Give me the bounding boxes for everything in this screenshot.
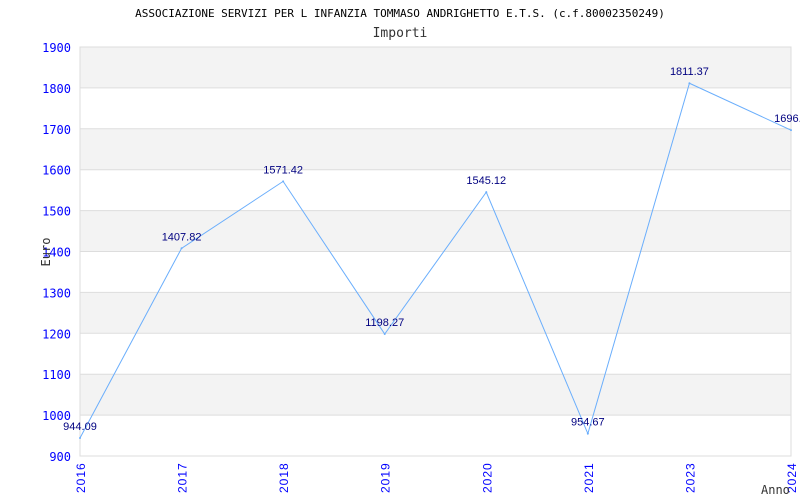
grid-band [80,292,791,334]
x-axis: 2016 2017 2018 2019 2020 2021 2023 2024 [74,462,799,493]
data-point [790,129,792,132]
y-tick-label: 1700 [42,123,71,137]
y-tick-label: 900 [49,450,71,464]
data-label: 954.67 [571,417,605,429]
grid-band [80,251,791,293]
line-chart: ASSOCIAZIONE SERVIZI PER L INFANZIA TOMM… [39,7,800,497]
data-label: 1571.42 [263,164,303,176]
grid-band [80,169,791,211]
data-point [383,333,386,336]
data-label: 1811.37 [670,66,709,78]
data-point [79,436,81,439]
y-tick-label: 1100 [42,368,71,382]
chart-title: ASSOCIAZIONE SERVIZI PER L INFANZIA TOMM… [135,7,665,20]
y-axis-label: Euro [39,238,53,267]
y-tick-label: 1200 [42,327,71,341]
grid-band [80,415,791,456]
data-point [180,247,183,250]
x-tick-label: 2023 [683,462,697,493]
plot-background [79,46,792,457]
y-tick-label: 1500 [42,205,71,219]
data-label: 944.09 [63,421,97,433]
y-tick-label: 1300 [42,286,71,300]
x-tick-label: 2017 [176,462,190,493]
data-point [688,82,691,85]
y-tick-label: 1900 [42,41,71,55]
grid-band [80,374,791,416]
x-tick-label: 2016 [74,462,88,493]
x-tick-label: 2018 [277,462,291,493]
y-tick-label: 1800 [42,82,71,96]
data-label: 1198.27 [365,317,404,329]
x-tick-label: 2020 [480,462,494,493]
grid-band [80,333,791,375]
x-tick-label: 2021 [582,462,596,493]
data-point [282,180,285,183]
x-tick-label: 2019 [379,462,393,493]
grid-band [80,87,791,129]
data-label: 1407.82 [162,231,202,243]
data-point [485,191,488,194]
chart-subtitle: Importi [373,26,428,41]
grid-band [80,128,791,170]
data-label: 1545.12 [466,175,506,187]
x-axis-label: Anno [761,483,790,497]
y-tick-label: 1600 [42,164,71,178]
data-point [586,432,589,435]
data-label: 1696.7 [774,113,800,125]
